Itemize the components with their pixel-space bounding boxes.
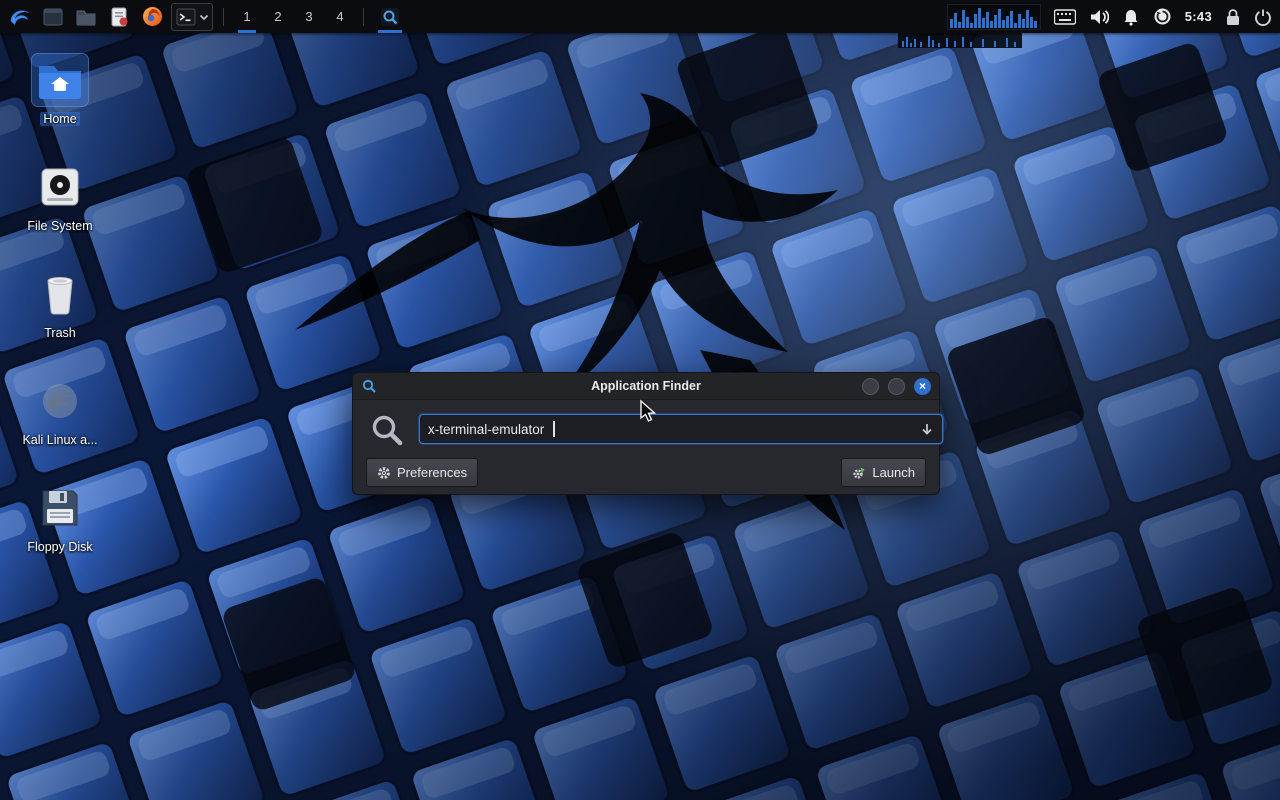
workspace-3[interactable]: 3 [296, 0, 322, 33]
logout-button[interactable] [1254, 3, 1272, 31]
panel-separator [363, 8, 364, 26]
text-cursor [553, 421, 555, 437]
clock[interactable]: 5:43 [1185, 9, 1212, 24]
launch-button-label: Launch [872, 465, 915, 480]
workspace-3-label: 3 [305, 9, 312, 24]
window-icon [42, 6, 64, 28]
application-finder-task-icon [379, 6, 401, 28]
desktop-icon-column: Home File System Trash [8, 48, 112, 583]
bell-icon [1122, 8, 1140, 26]
file-manager-icon [75, 6, 97, 28]
notifications-indicator[interactable] [1122, 3, 1140, 31]
search-input[interactable]: x-terminal-emulator [419, 414, 943, 444]
preferences-button[interactable]: Preferences [366, 458, 478, 487]
desktop-icon-kali-docs[interactable]: Kali Linux a... [8, 369, 112, 476]
cpu-graph[interactable] [947, 4, 1041, 30]
top-panel: 1 2 3 4 [0, 0, 1280, 33]
dialog-title: Application Finder [353, 379, 939, 393]
dropdown-arrow-icon[interactable] [920, 422, 934, 436]
file-system-icon [39, 166, 81, 208]
kali-menu-icon [8, 5, 32, 29]
kali-docs-icon [39, 380, 81, 422]
workspace-2[interactable]: 2 [265, 0, 291, 33]
application-finder-window-icon [361, 378, 377, 394]
cpu-graph-secondary [898, 33, 1022, 48]
gear-icon [377, 466, 391, 480]
keyboard-indicator[interactable] [1054, 3, 1076, 31]
desktop-icon-label: Home [40, 112, 79, 126]
workspace-1-label: 1 [243, 9, 250, 24]
desktop-icon-label: Floppy Disk [27, 540, 92, 554]
desktop: 1 2 3 4 [0, 0, 1280, 800]
window-launcher[interactable] [39, 3, 67, 31]
preferences-button-label: Preferences [397, 465, 467, 480]
firefox-launcher[interactable] [138, 3, 166, 31]
close-icon: × [919, 380, 926, 392]
panel-separator [223, 8, 224, 26]
updates-indicator[interactable] [1153, 3, 1172, 31]
desktop-icon-file-system[interactable]: File System [8, 155, 112, 262]
volume-indicator[interactable] [1089, 3, 1109, 31]
file-manager-launcher[interactable] [72, 3, 100, 31]
workspace-2-label: 2 [274, 9, 281, 24]
keyboard-icon [1054, 9, 1076, 25]
desktop-icon-floppy-disk[interactable]: Floppy Disk [8, 476, 112, 583]
desktop-icon-home[interactable]: Home [8, 48, 112, 155]
firefox-icon [141, 5, 164, 28]
trash-icon [41, 273, 79, 315]
search-input-value: x-terminal-emulator [428, 422, 544, 437]
tasklist-application-finder[interactable] [374, 0, 406, 33]
floppy-disk-icon [39, 487, 81, 529]
dialog-titlebar[interactable]: Application Finder × [353, 373, 939, 400]
volume-icon [1089, 8, 1109, 26]
workspace-1[interactable]: 1 [234, 0, 260, 33]
workspace-4[interactable]: 4 [327, 0, 353, 33]
maximize-button[interactable] [888, 378, 905, 395]
home-folder-icon [37, 60, 83, 100]
text-editor-icon [108, 6, 130, 28]
close-button[interactable]: × [914, 378, 931, 395]
lock-screen-button[interactable] [1225, 3, 1241, 31]
minimize-button[interactable] [862, 378, 879, 395]
desktop-icon-trash[interactable]: Trash [8, 262, 112, 369]
terminal-launcher[interactable] [174, 5, 198, 29]
applications-menu-button[interactable] [6, 3, 34, 31]
launch-icon [852, 466, 866, 480]
search-icon [369, 412, 405, 448]
desktop-icon-label: Trash [44, 326, 76, 340]
launch-button[interactable]: Launch [841, 458, 926, 487]
terminal-icon [176, 7, 196, 27]
workspace-4-label: 4 [336, 9, 343, 24]
desktop-icon-label: Kali Linux a... [22, 433, 97, 447]
desktop-icon-label: File System [27, 219, 92, 233]
power-icon [1254, 8, 1272, 26]
application-finder-dialog: Application Finder × x-terminal-emulator [352, 372, 940, 495]
dialog-body: x-terminal-emulator Preferences [353, 400, 939, 494]
terminal-launcher-with-menu [171, 3, 213, 31]
lock-icon [1225, 8, 1241, 26]
update-icon [1153, 7, 1172, 26]
text-editor-launcher[interactable] [105, 3, 133, 31]
chevron-down-icon[interactable] [198, 11, 210, 23]
